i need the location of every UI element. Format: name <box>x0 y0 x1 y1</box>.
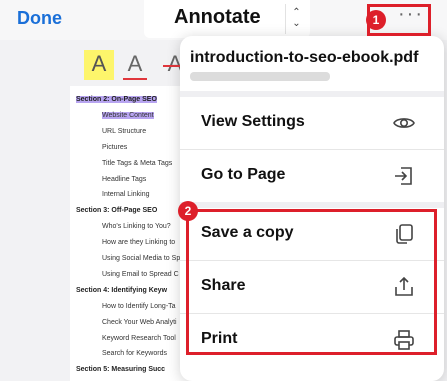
doc-toc-item: Using Email to Spread C <box>102 270 179 278</box>
doc-toc-item: Title Tags & Meta Tags <box>102 159 173 167</box>
step-badge-1: 1 <box>366 10 386 30</box>
chevron-up-icon: ⌃ <box>292 7 301 18</box>
doc-toc-item: How to Identify Long-Ta <box>102 302 176 310</box>
go-to-page-icon <box>395 167 412 185</box>
doc-toc-item: Website Content <box>102 111 154 119</box>
doc-section-heading: Section 5: Measuring Succ <box>76 366 166 374</box>
menu-item-label: View Settings <box>201 113 305 130</box>
doc-section-heading: Section 3: Off-Page SEO <box>76 207 158 215</box>
menu-item-go-to-page[interactable]: Go to Page <box>180 150 444 202</box>
chevron-down-icon: ⌄ <box>292 18 301 29</box>
doc-toc-item: Search for Keywords <box>102 350 167 358</box>
highlight-icon: A <box>91 51 107 76</box>
highlight-box-actions <box>186 209 437 355</box>
doc-toc-item: Internal Linking <box>102 191 150 199</box>
file-subtitle-blurred <box>190 72 330 81</box>
doc-toc-item: Headline Tags <box>102 175 147 183</box>
menu-item-view-settings[interactable]: View Settings <box>180 97 444 149</box>
mode-selector[interactable]: Annotate ⌃ ⌄ <box>144 0 310 38</box>
underline-mark <box>123 78 147 80</box>
eye-icon <box>393 118 415 128</box>
document-page[interactable]: Section 2: On-Page SEO Website Content URL… <box>70 86 190 381</box>
step-badge-2: 2 <box>178 201 198 221</box>
doc-toc-item: Pictures <box>102 143 128 151</box>
doc-toc-item: How are they Linking to <box>102 239 176 247</box>
highlight-tool-button[interactable]: A <box>84 50 114 80</box>
doc-toc-item: Using Social Media to Sp <box>102 255 181 262</box>
doc-toc-item: Keyword Research Tool <box>102 334 176 342</box>
doc-toc-item: Check Your Web Analyti <box>102 318 177 326</box>
doc-toc-item: Who's Linking to You? <box>102 223 171 231</box>
annotation-tools: A A A <box>80 50 190 86</box>
file-name: introduction-to-seo-ebook.pdf <box>190 49 419 66</box>
mode-stepper-icon[interactable]: ⌃ ⌄ <box>285 4 307 34</box>
doc-toc-item: URL Structure <box>102 127 147 135</box>
done-button[interactable]: Done <box>17 8 62 29</box>
underline-tool-button[interactable]: A <box>120 50 150 80</box>
menu-item-label: Go to Page <box>201 166 286 183</box>
mode-label: Annotate <box>174 6 261 28</box>
app-screen: Done Annotate ⌃ ⌄ ··· A A A Section 2: O… <box>0 0 447 381</box>
doc-section-heading: Section 2: On-Page SEO <box>76 96 157 103</box>
underline-icon: A <box>127 51 143 76</box>
doc-section-heading: Section 4: Identifying Keyw <box>76 286 168 294</box>
